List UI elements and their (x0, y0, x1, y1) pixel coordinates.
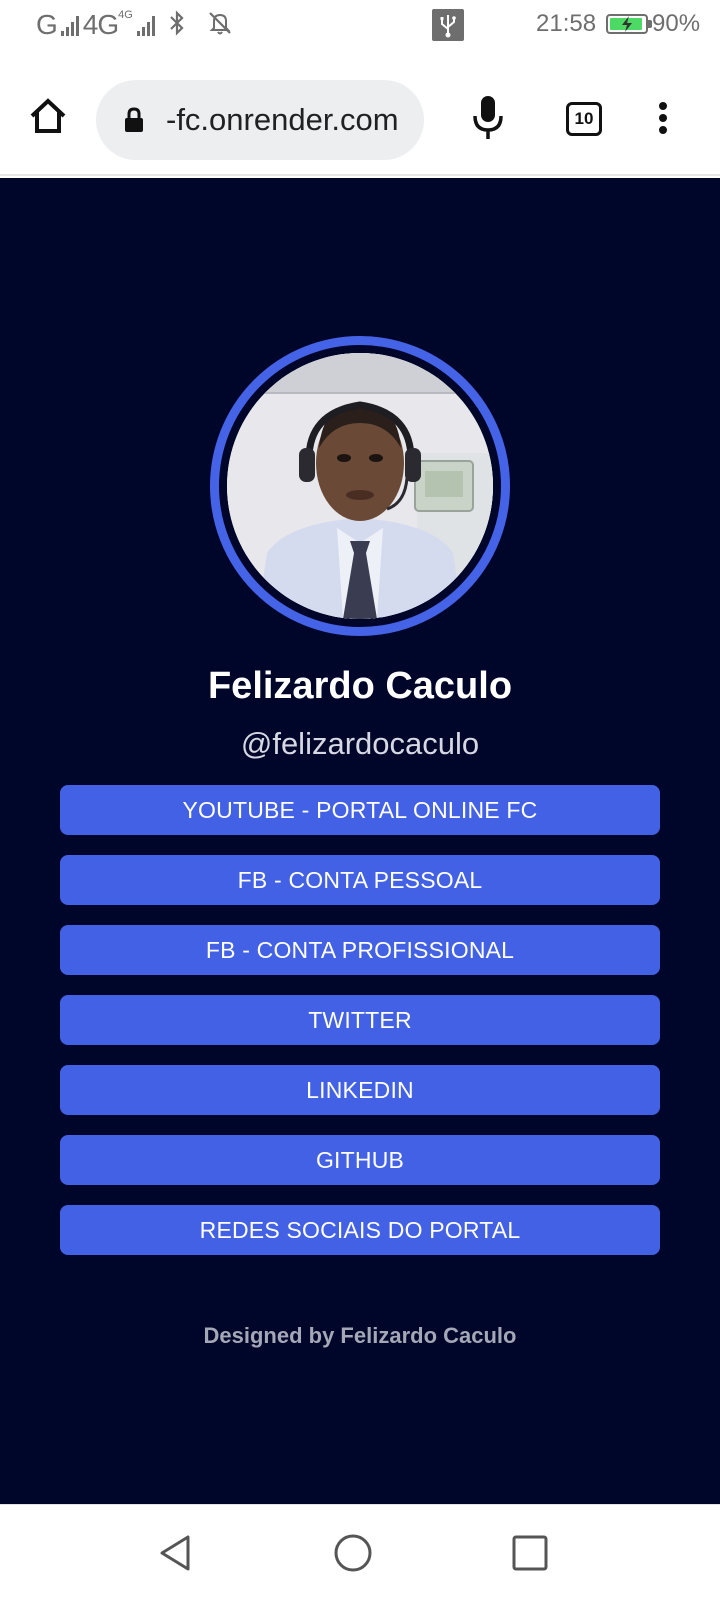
signal-icon (136, 14, 155, 36)
menu-dot (659, 114, 667, 122)
home-button[interactable] (24, 92, 72, 140)
bell-off-icon (207, 10, 233, 41)
profile-handle: @felizardocaculo (240, 726, 480, 761)
status-icons-left: G 4G 4G (36, 8, 233, 42)
url-text: -fc.onrender.com (166, 102, 399, 137)
link-fb-professional[interactable]: FB - CONTA PROFISSIONAL (60, 925, 660, 975)
link-github[interactable]: GITHUB (60, 1135, 660, 1185)
footer-credit: Designed by Felizardo Caculo (203, 1323, 517, 1348)
battery-charging-icon (606, 14, 652, 34)
profile-page: Felizardo Caculo @felizardocaculo YOUTUB… (0, 178, 720, 1504)
avatar-ring (210, 336, 510, 636)
tab-count: 10 (574, 109, 594, 128)
url-bar[interactable]: -fc.onrender.com (96, 80, 424, 160)
recents-button[interactable] (508, 1531, 552, 1575)
profile-name: Felizardo Caculo (207, 665, 513, 707)
system-nav-bar (0, 1504, 720, 1600)
status-bar: G 4G 4G 21:58 90% (0, 0, 720, 50)
link-fb-personal[interactable]: FB - CONTA PESSOAL (60, 855, 660, 905)
link-twitter[interactable]: TWITTER (60, 995, 660, 1045)
network-indicator-g: G (36, 9, 58, 40)
tabs-button[interactable]: 10 (566, 102, 602, 136)
home-icon (30, 98, 66, 133)
link-linkedin[interactable]: LINKEDIN (60, 1065, 660, 1115)
back-icon (160, 1535, 190, 1571)
browser-toolbar: -fc.onrender.com 10 (0, 50, 720, 176)
menu-dot (659, 126, 667, 134)
voice-search-button[interactable] (468, 94, 508, 142)
battery-percent: 90% (652, 10, 701, 37)
home-nav-button[interactable] (331, 1531, 375, 1575)
network-type: 4G (82, 9, 119, 40)
profile-photo (227, 353, 493, 619)
usb-icon (432, 9, 464, 41)
link-youtube-portal[interactable]: YOUTUBE - PORTAL ONLINE FC (60, 785, 660, 835)
menu-dot (659, 102, 667, 110)
recents-icon (512, 1535, 548, 1571)
back-button[interactable] (154, 1531, 198, 1575)
mic-icon (473, 96, 503, 139)
link-list: YOUTUBE - PORTAL ONLINE FC FB - CONTA PE… (60, 785, 660, 1275)
home-circle-icon (334, 1534, 372, 1572)
link-portal-social[interactable]: REDES SOCIAIS DO PORTAL (60, 1205, 660, 1255)
lock-icon (125, 107, 143, 132)
signal-icon (60, 14, 79, 36)
status-time: 21:58 (536, 10, 597, 37)
bluetooth-icon (169, 9, 185, 41)
more-vert-icon[interactable] (648, 98, 678, 138)
network-type-sup: 4G (118, 9, 133, 21)
